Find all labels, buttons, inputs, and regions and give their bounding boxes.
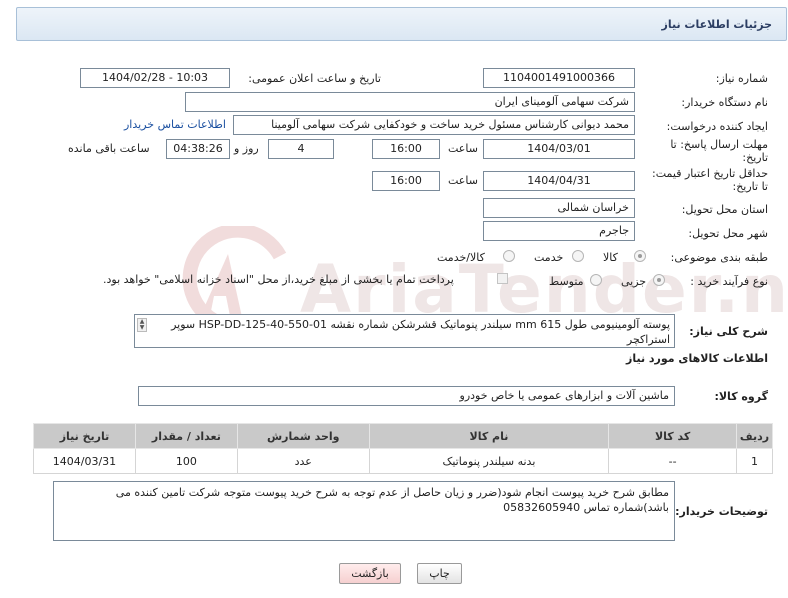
description-label: شرح کلی نیاز:: [689, 325, 768, 338]
description-scroll-arrows[interactable]: ▲ ▼: [137, 318, 147, 332]
category-option-service: خدمت: [534, 251, 564, 264]
creator-field: محمد دیوانی کارشناس مسئول خرید ساخت و خو…: [233, 115, 635, 135]
process-radio-minor[interactable]: [653, 274, 665, 286]
validity-time-label: ساعت: [448, 174, 478, 187]
creator-label: ایجاد کننده درخواست:: [666, 120, 768, 133]
goods-table: ردیف کد کالا نام کالا واحد شمارش تعداد /…: [33, 423, 773, 474]
cell-item-code: --: [608, 448, 738, 474]
city-field: جاجرم: [483, 221, 635, 241]
category-option-goods-service: کالا/خدمت: [437, 251, 485, 264]
category-radio-goods-service[interactable]: [503, 250, 515, 262]
buyer-notes-textarea[interactable]: مطابق شرح خرید پیوست انجام شود(ضرر و زیا…: [53, 481, 675, 541]
col-quantity: تعداد / مقدار: [134, 423, 238, 449]
cell-unit: عدد: [236, 448, 370, 474]
details-header-panel: جزئیات اطلاعات نیاز: [16, 7, 787, 41]
process-option-medium: متوسط: [549, 275, 584, 288]
validity-date-field: 1404/04/31: [483, 171, 635, 191]
province-field: خراسان شمالی: [483, 198, 635, 218]
process-option-minor: جزیی: [621, 275, 647, 288]
cell-need-date: 1404/03/31: [33, 448, 136, 474]
col-item-name: نام کالا: [368, 423, 610, 449]
buyer-org-field: شرکت سهامی آلومینای ایران: [185, 92, 635, 112]
cell-quantity: 100: [134, 448, 238, 474]
treasury-payment-note: پرداخت تمام یا بخشی از مبلغ خرید،از محل …: [103, 273, 454, 286]
page-title: جزئیات اطلاعات نیاز: [661, 18, 773, 31]
city-label: شهر محل تحویل:: [688, 227, 768, 240]
need-number-field: 1104001491000366: [483, 68, 635, 88]
category-radio-service[interactable]: [572, 250, 584, 262]
validity-time-field: 16:00: [372, 171, 440, 191]
validity-label: حداقل تاریخ اعتبار قیمت:: [652, 167, 768, 180]
days-label: روز و: [234, 142, 259, 155]
back-button[interactable]: بازگشت: [339, 563, 401, 584]
description-textarea[interactable]: پوسته آلومینیومی طول 615 mm سیلندر پنوما…: [134, 314, 675, 348]
deadline-label: مهلت ارسال پاسخ: تا: [670, 138, 768, 151]
process-type-label: نوع فرآیند خرید :: [690, 275, 768, 288]
validity-label-date: تا تاریخ:: [732, 180, 768, 193]
province-label: استان محل تحویل:: [681, 203, 768, 216]
category-radio-goods[interactable]: [634, 250, 646, 262]
table-row: 1 -- بدنه سیلندر پنوماتیک عدد 100 1404/0…: [33, 448, 773, 474]
process-radio-medium[interactable]: [590, 274, 602, 286]
days-remaining-field: 4: [268, 139, 334, 159]
col-row-number: ردیف: [736, 423, 773, 449]
category-option-goods: کالا: [603, 251, 618, 264]
deadline-date-field: 1404/03/01: [483, 139, 635, 159]
treasury-payment-checkbox[interactable]: [497, 273, 508, 284]
category-label: طبقه بندی موضوعی:: [670, 251, 768, 264]
announce-date-field: 1404/02/28 - 10:03: [80, 68, 230, 88]
buyer-notes-label: توضیحات خریدار:: [675, 505, 768, 518]
col-unit: واحد شمارش: [236, 423, 370, 449]
remaining-time-label: ساعت باقی مانده: [68, 142, 150, 155]
remaining-time-field: 04:38:26: [166, 139, 230, 159]
buyer-org-label: نام دستگاه خریدار:: [681, 96, 768, 109]
goods-group-label: گروه کالا:: [714, 390, 768, 403]
goods-info-title: اطلاعات کالاهای مورد نیاز: [626, 352, 768, 365]
print-button[interactable]: چاپ: [417, 563, 462, 584]
buyer-contact-link[interactable]: اطلاعات تماس خریدار: [124, 118, 226, 131]
col-need-date: تاریخ نیاز: [33, 423, 136, 449]
deadline-time-field: 16:00: [372, 139, 440, 159]
col-item-code: کد کالا: [608, 423, 738, 449]
goods-table-header: ردیف کد کالا نام کالا واحد شمارش تعداد /…: [33, 423, 773, 449]
deadline-time-label: ساعت: [448, 142, 478, 155]
cell-row-number: 1: [736, 448, 773, 474]
deadline-label-date: تاریخ:: [742, 151, 768, 164]
need-number-label: شماره نیاز:: [715, 72, 768, 85]
announce-date-label: تاریخ و ساعت اعلان عمومی:: [248, 72, 381, 85]
cell-item-name: بدنه سیلندر پنوماتیک: [368, 448, 610, 474]
goods-group-field: ماشین آلات و ابزارهای عمومی یا خاص خودرو: [138, 386, 675, 406]
